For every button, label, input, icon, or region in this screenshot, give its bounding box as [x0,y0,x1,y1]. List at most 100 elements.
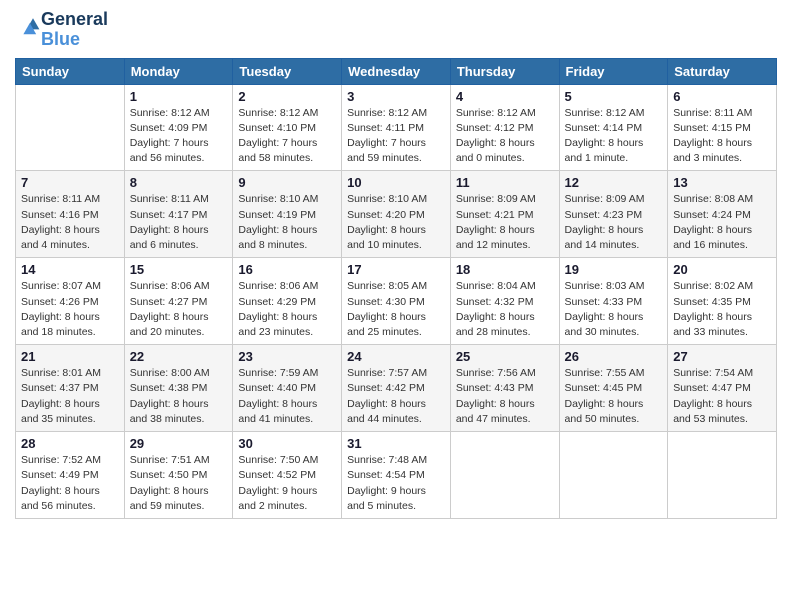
day-number: 17 [347,262,445,277]
day-number: 30 [238,436,336,451]
calendar-table: SundayMondayTuesdayWednesdayThursdayFrid… [15,58,777,519]
day-info: Sunrise: 7:56 AMSunset: 4:43 PMDaylight:… [456,366,554,427]
day-header-monday: Monday [124,58,233,84]
day-number: 20 [673,262,771,277]
day-number: 13 [673,175,771,190]
calendar-cell: 1Sunrise: 8:12 AMSunset: 4:09 PMDaylight… [124,84,233,171]
day-header-friday: Friday [559,58,668,84]
day-info: Sunrise: 8:07 AMSunset: 4:26 PMDaylight:… [21,279,119,340]
calendar-cell: 15Sunrise: 8:06 AMSunset: 4:27 PMDayligh… [124,258,233,345]
calendar-cell: 21 Sunrise: 8:01 AMSunset: 4:37 PMDayligh… [16,345,125,432]
day-number: 29 [130,436,228,451]
day-info: Sunrise: 7:59 AMSunset: 4:40 PMDaylight:… [238,366,336,427]
day-number: 24 [347,349,445,364]
day-info: Sunrise: 8:01 AMSunset: 4:37 PMDaylight:… [21,366,119,427]
calendar-cell: 30 Sunrise: 7:50 AMSunset: 4:52 PMDayligh… [233,432,342,519]
day-info: Sunrise: 8:02 AMSunset: 4:35 PMDaylight:… [673,279,771,340]
logo-text: General Blue [41,10,108,50]
week-row-1: 1Sunrise: 8:12 AMSunset: 4:09 PMDaylight… [16,84,777,171]
day-info: Sunrise: 8:00 AMSunset: 4:38 PMDaylight:… [130,366,228,427]
day-header-saturday: Saturday [668,58,777,84]
day-info: Sunrise: 8:05 AMSunset: 4:30 PMDaylight:… [347,279,445,340]
week-row-3: 14 Sunrise: 8:07 AMSunset: 4:26 PMDayligh… [16,258,777,345]
day-number: 27 [673,349,771,364]
day-number: 22 [130,349,228,364]
calendar-cell: 4Sunrise: 8:12 AMSunset: 4:12 PMDaylight… [450,84,559,171]
calendar-cell: 25 Sunrise: 7:56 AMSunset: 4:43 PMDayligh… [450,345,559,432]
calendar-cell [559,432,668,519]
day-info: Sunrise: 8:08 AMSunset: 4:24 PMDaylight:… [673,192,771,253]
header: General Blue [15,10,777,50]
day-info: Sunrise: 7:50 AMSunset: 4:52 PMDaylight:… [238,453,336,514]
day-info: Sunrise: 8:10 AMSunset: 4:20 PMDaylight:… [347,192,445,253]
day-info: Sunrise: 7:55 AMSunset: 4:45 PMDaylight:… [565,366,663,427]
week-row-5: 28Sunrise: 7:52 AMSunset: 4:49 PMDayligh… [16,432,777,519]
calendar-cell: 28Sunrise: 7:52 AMSunset: 4:49 PMDayligh… [16,432,125,519]
day-info: Sunrise: 7:54 AMSunset: 4:47 PMDaylight:… [673,366,771,427]
day-info: Sunrise: 8:09 AMSunset: 4:21 PMDaylight:… [456,192,554,253]
day-number: 25 [456,349,554,364]
calendar-cell: 2 Sunrise: 8:12 AMSunset: 4:10 PMDaylight… [233,84,342,171]
day-number: 26 [565,349,663,364]
day-number: 2 [238,89,336,104]
calendar-cell: 22 Sunrise: 8:00 AMSunset: 4:38 PMDayligh… [124,345,233,432]
day-number: 19 [565,262,663,277]
day-info: Sunrise: 7:52 AMSunset: 4:49 PMDaylight:… [21,453,119,514]
day-info: Sunrise: 7:48 AMSunset: 4:54 PMDaylight:… [347,453,445,514]
calendar-cell: 10 Sunrise: 8:10 AMSunset: 4:20 PMDayligh… [342,171,451,258]
day-header-thursday: Thursday [450,58,559,84]
day-number: 31 [347,436,445,451]
day-info: Sunrise: 7:57 AMSunset: 4:42 PMDaylight:… [347,366,445,427]
calendar-cell: 18Sunrise: 8:04 AMSunset: 4:32 PMDayligh… [450,258,559,345]
calendar-cell: 24 Sunrise: 7:57 AMSunset: 4:42 PMDayligh… [342,345,451,432]
calendar-cell [450,432,559,519]
day-info: Sunrise: 8:11 AMSunset: 4:15 PMDaylight:… [673,106,771,167]
day-number: 3 [347,89,445,104]
day-header-sunday: Sunday [16,58,125,84]
day-info: Sunrise: 8:06 AMSunset: 4:29 PMDaylight:… [238,279,336,340]
day-info: Sunrise: 8:11 AMSunset: 4:17 PMDaylight:… [130,192,228,253]
day-info: Sunrise: 8:12 AMSunset: 4:14 PMDaylight:… [565,106,663,167]
calendar-cell: 3 Sunrise: 8:12 AMSunset: 4:11 PMDaylight… [342,84,451,171]
logo-icon [17,15,41,39]
day-info: Sunrise: 8:04 AMSunset: 4:32 PMDaylight:… [456,279,554,340]
calendar-cell: 20 Sunrise: 8:02 AMSunset: 4:35 PMDayligh… [668,258,777,345]
day-number: 1 [130,89,228,104]
calendar-cell: 9 Sunrise: 8:10 AMSunset: 4:19 PMDaylight… [233,171,342,258]
day-info: Sunrise: 8:03 AMSunset: 4:33 PMDaylight:… [565,279,663,340]
calendar-cell: 19 Sunrise: 8:03 AMSunset: 4:33 PMDayligh… [559,258,668,345]
day-info: Sunrise: 8:06 AMSunset: 4:27 PMDaylight:… [130,279,228,340]
calendar-cell: 16Sunrise: 8:06 AMSunset: 4:29 PMDayligh… [233,258,342,345]
day-info: Sunrise: 8:12 AMSunset: 4:10 PMDaylight:… [238,106,336,167]
logo: General Blue [15,10,108,50]
calendar-cell: 27 Sunrise: 7:54 AMSunset: 4:47 PMDayligh… [668,345,777,432]
calendar-header-row: SundayMondayTuesdayWednesdayThursdayFrid… [16,58,777,84]
day-number: 7 [21,175,119,190]
day-number: 8 [130,175,228,190]
calendar-cell: 12 Sunrise: 8:09 AMSunset: 4:23 PMDayligh… [559,171,668,258]
week-row-2: 7Sunrise: 8:11 AMSunset: 4:16 PMDaylight… [16,171,777,258]
day-number: 9 [238,175,336,190]
calendar-cell: 29Sunrise: 7:51 AMSunset: 4:50 PMDayligh… [124,432,233,519]
calendar-cell [16,84,125,171]
calendar-cell: 26 Sunrise: 7:55 AMSunset: 4:45 PMDayligh… [559,345,668,432]
day-info: Sunrise: 8:09 AMSunset: 4:23 PMDaylight:… [565,192,663,253]
day-number: 11 [456,175,554,190]
calendar-cell: 7Sunrise: 8:11 AMSunset: 4:16 PMDaylight… [16,171,125,258]
day-info: Sunrise: 8:10 AMSunset: 4:19 PMDaylight:… [238,192,336,253]
day-number: 14 [21,262,119,277]
day-number: 23 [238,349,336,364]
day-number: 12 [565,175,663,190]
calendar-cell: 31 Sunrise: 7:48 AMSunset: 4:54 PMDayligh… [342,432,451,519]
day-number: 4 [456,89,554,104]
calendar-cell: 5Sunrise: 8:12 AMSunset: 4:14 PMDaylight… [559,84,668,171]
calendar-cell: 17 Sunrise: 8:05 AMSunset: 4:30 PMDayligh… [342,258,451,345]
day-number: 21 [21,349,119,364]
day-number: 6 [673,89,771,104]
calendar-cell: 23 Sunrise: 7:59 AMSunset: 4:40 PMDayligh… [233,345,342,432]
day-header-wednesday: Wednesday [342,58,451,84]
day-info: Sunrise: 8:12 AMSunset: 4:11 PMDaylight:… [347,106,445,167]
page-container: General Blue SundayMondayTuesdayWednesda… [0,0,792,529]
calendar-cell: 14 Sunrise: 8:07 AMSunset: 4:26 PMDayligh… [16,258,125,345]
day-number: 10 [347,175,445,190]
